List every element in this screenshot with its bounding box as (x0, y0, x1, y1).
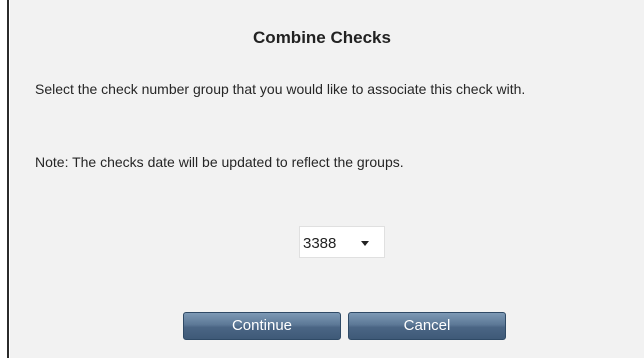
chevron-down-icon (361, 241, 369, 246)
select-selected-value: 3388 (303, 235, 337, 252)
cancel-button[interactable]: Cancel (348, 312, 506, 340)
dialog-instruction-text: Select the check number group that you w… (35, 81, 526, 97)
continue-button[interactable]: Continue (183, 312, 341, 340)
combine-checks-dialog: Combine Checks Select the check number g… (10, 0, 644, 358)
dialog-note-text: Note: The checks date will be updated to… (35, 154, 404, 170)
check-number-group-select[interactable]: 3388 (299, 226, 385, 258)
window-left-border (0, 0, 9, 358)
dialog-title: Combine Checks (253, 28, 391, 47)
